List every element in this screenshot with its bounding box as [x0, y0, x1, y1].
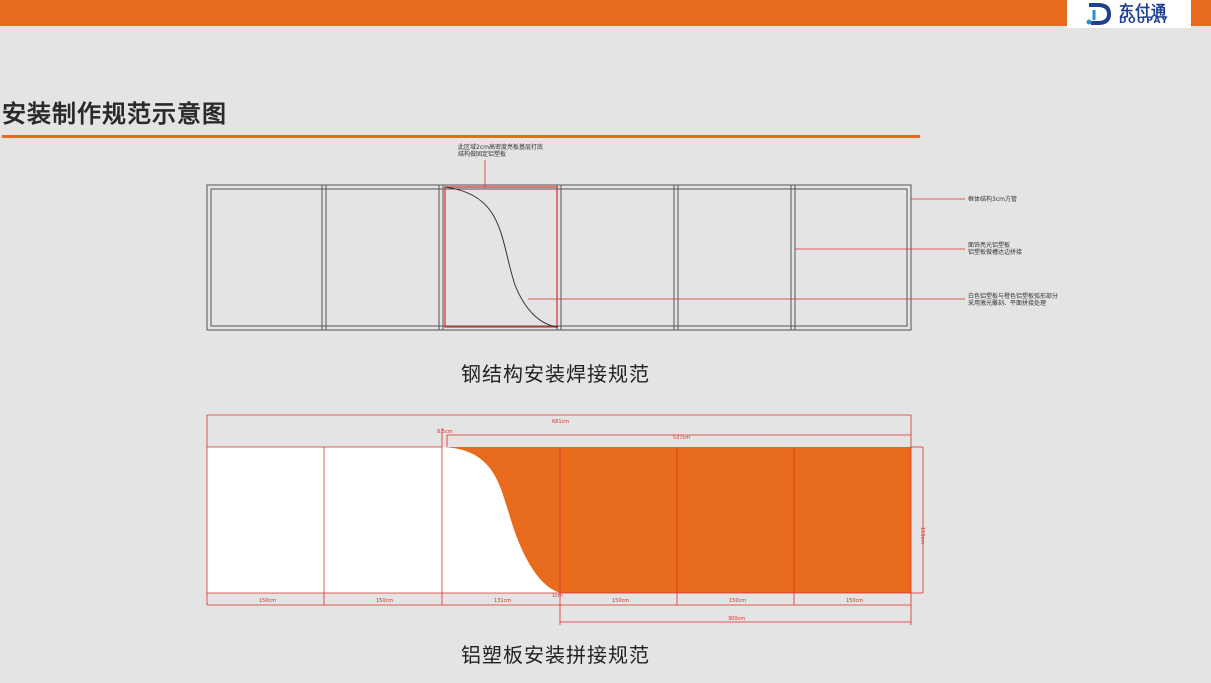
note-panel: 面饰亮光铝塑板 铝塑板做槽达边拼接: [968, 242, 1023, 256]
dim-seg2: 150cm: [376, 598, 393, 604]
curve-line: [444, 186, 559, 328]
note-curve: 白色铝塑板与橙色铝塑板弧形部分 采用激光雕刻、平面拼接处理: [968, 293, 1059, 307]
caption-steel-structure: 钢结构安装焊接规范: [461, 362, 650, 386]
dim-seg1: 150cm: [259, 598, 276, 604]
dim-seg6: 150cm: [846, 598, 863, 604]
note-top: 此区域2cm高密度亮板基层打底 结构做固定铝塑板: [458, 144, 543, 158]
steel-frame-diagram: [206, 184, 912, 331]
dim-seg4: 150cm: [612, 598, 629, 604]
panel-diagram: 681cm 537cm 8.5cm 150cm 150cm 150cm 131c…: [206, 414, 925, 625]
note-frame: 框体结构3cm方管: [968, 196, 1017, 203]
dim-height: 150cm: [919, 527, 925, 544]
caption-panel-splicing: 铝塑板安装拼接规范: [461, 643, 650, 667]
dim-seg3: 131cm: [494, 598, 511, 604]
dim-total-width: 681cm: [552, 419, 569, 425]
dim-orange-width: 537cm: [673, 435, 690, 441]
dim-offset: 8.5cm: [437, 429, 453, 435]
dim-seg5: 150cm: [729, 598, 746, 604]
dim-bottom-span: 300cm: [728, 616, 745, 622]
installation-diagram: 681cm 537cm 8.5cm 150cm 150cm 150cm 131c…: [206, 160, 965, 625]
dim-gap: 1cm: [552, 593, 563, 599]
highlight-panel-outline: [444, 186, 558, 328]
